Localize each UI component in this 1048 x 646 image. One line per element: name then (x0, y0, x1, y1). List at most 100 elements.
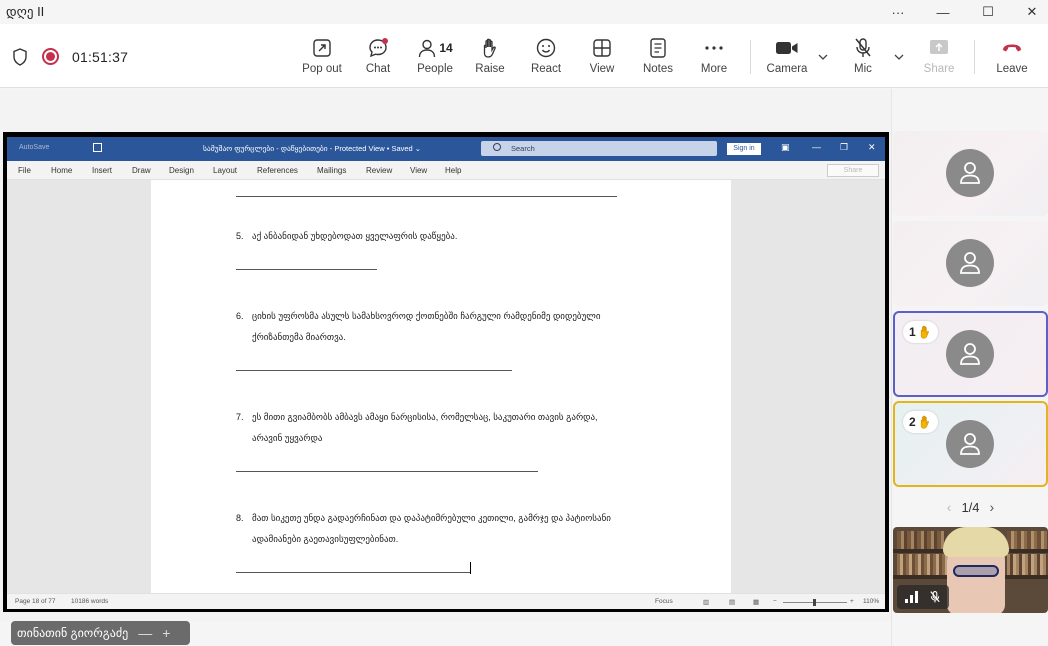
participant-tile[interactable] (893, 221, 1048, 306)
word-tab-help: Help (445, 166, 462, 175)
smiley-icon (535, 36, 557, 60)
zoom-slider-knob (813, 599, 816, 606)
word-document-area: 5. აქ ანბანიდან უხდებოდათ ყველაფრის დაწყე… (7, 180, 885, 593)
avatar (946, 330, 994, 378)
toolbar-separator (974, 40, 975, 74)
participant-tile-hand-raised[interactable]: 1 (893, 311, 1048, 397)
window-more-button[interactable]: ··· (876, 0, 920, 24)
books (1007, 554, 1047, 575)
self-name-chip: თინათინ გიორგაძე — + (11, 621, 190, 645)
people-icon: 14 (417, 36, 453, 60)
mic-options-chevron-icon[interactable] (894, 52, 904, 63)
notes-button[interactable]: Notes (640, 36, 676, 82)
window-maximize-button[interactable]: ☐ (966, 0, 1010, 24)
word-search-box: Search (481, 141, 717, 156)
word-tab-draw: Draw (132, 166, 151, 175)
self-name-label: თინათინ გიორგაძე (17, 626, 129, 640)
self-video-hair (943, 527, 1009, 557)
more-icon (704, 36, 724, 60)
camera-options-chevron-icon[interactable] (818, 52, 828, 63)
window-title: დღე II (6, 4, 45, 19)
person-icon (960, 162, 980, 184)
window-close-button[interactable]: ✕ (1010, 0, 1048, 24)
word-tab-review: Review (366, 166, 393, 175)
bookshelf (1003, 575, 1048, 579)
shared-word-window: AutoSave სამუშაო ფურცლები - დაწყებითები … (7, 137, 885, 609)
print-layout-icon: ▤ (729, 599, 736, 606)
answer-line (236, 370, 512, 371)
zoom-out-icon: − (773, 598, 777, 605)
avatar (946, 239, 994, 287)
word-tab-mailings: Mailings (317, 166, 347, 175)
chevron-left-icon[interactable]: ‹ (947, 499, 952, 515)
zoom-in-icon: + (850, 598, 854, 605)
self-video-preview[interactable] (893, 527, 1048, 613)
minimize-preview-button[interactable]: — (138, 625, 152, 641)
word-tab-file: File (18, 166, 31, 175)
meeting-toolbar: 01:51:37 Pop out Chat 14 People Raise Re… (0, 24, 1048, 88)
books (897, 531, 947, 549)
document-page: 5. აქ ანბანიდან უხდებოდათ ყველაფრის დაწყე… (151, 180, 731, 593)
zoom-level: 110% (863, 598, 880, 605)
people-button[interactable]: 14 People (413, 36, 457, 82)
raised-hand-icon (920, 415, 929, 429)
word-count: 10186 words (71, 598, 109, 605)
notes-icon (649, 36, 667, 60)
raised-hand-badge: 2 (903, 411, 938, 433)
word-close-icon: ✕ (868, 142, 876, 152)
answer-line (236, 269, 377, 270)
react-button[interactable]: React (530, 36, 562, 82)
hangup-icon (1001, 36, 1023, 60)
word-sign-in-button: Sign in (727, 143, 761, 155)
participant-tile-hand-raised[interactable]: 2 (893, 401, 1048, 487)
people-count: 14 (439, 41, 453, 55)
chat-button[interactable]: Chat (362, 36, 394, 82)
word-document-title: სამუშაო ფურცლები - დაწყებითები - Protect… (203, 144, 422, 153)
word-status-bar: Page 18 of 77 10186 words Focus ▥ ▤ ▦ − … (7, 593, 885, 609)
answer-line (236, 572, 470, 573)
raised-hand-icon (920, 325, 929, 339)
list-item: 7. ეს მითი გვიამბობს ამბავს ამაყი ნარცისი… (236, 412, 598, 443)
word-ribbon-tabs: File Home Insert Draw Design Layout Refe… (7, 161, 885, 180)
self-video-controls (897, 585, 949, 609)
word-tab-design: Design (169, 166, 194, 175)
person-icon (960, 433, 980, 455)
list-item: 6. ციხის უფროსმა ასულს სამახსოვროდ ქოთნებ… (236, 311, 601, 342)
books (1007, 531, 1047, 549)
add-preview-button[interactable]: + (162, 625, 170, 641)
autosave-toggle: AutoSave (19, 144, 50, 151)
meeting-timer: 01:51:37 (72, 49, 129, 65)
share-icon (929, 36, 949, 60)
text-cursor (470, 562, 471, 574)
window-minimize-button[interactable]: — (921, 0, 965, 24)
bookshelf (1003, 549, 1048, 553)
share-button[interactable]: Share (922, 36, 956, 82)
participant-tile[interactable] (893, 131, 1048, 216)
more-button[interactable]: More (698, 36, 730, 82)
mic-button[interactable]: Mic (848, 36, 878, 82)
view-button[interactable]: View (588, 36, 616, 82)
page-count: Page 18 of 77 (15, 598, 56, 605)
camera-icon (775, 36, 799, 60)
popout-button[interactable]: Pop out (302, 36, 342, 82)
leave-button[interactable]: Leave (994, 36, 1030, 82)
answer-line (236, 471, 538, 472)
books (897, 554, 947, 575)
signal-bars-icon (905, 591, 918, 603)
camera-button[interactable]: Camera (766, 36, 808, 82)
focus-mode: Focus (655, 598, 673, 605)
chevron-right-icon[interactable]: › (990, 499, 995, 515)
mic-off-icon (853, 36, 873, 60)
shield-icon[interactable] (12, 48, 28, 66)
raise-hand-button[interactable]: Raise (475, 36, 505, 82)
gallery-pager: ‹ 1/4 › (893, 496, 1048, 518)
mic-off-icon[interactable] (929, 590, 941, 604)
ribbon-display-icon: ▣ (781, 142, 790, 152)
save-icon (93, 143, 102, 152)
web-layout-icon: ▦ (753, 599, 760, 606)
recording-indicator-icon (42, 48, 59, 65)
chat-icon (367, 36, 389, 60)
search-icon (493, 143, 501, 151)
avatar (946, 149, 994, 197)
person-icon (960, 252, 980, 274)
